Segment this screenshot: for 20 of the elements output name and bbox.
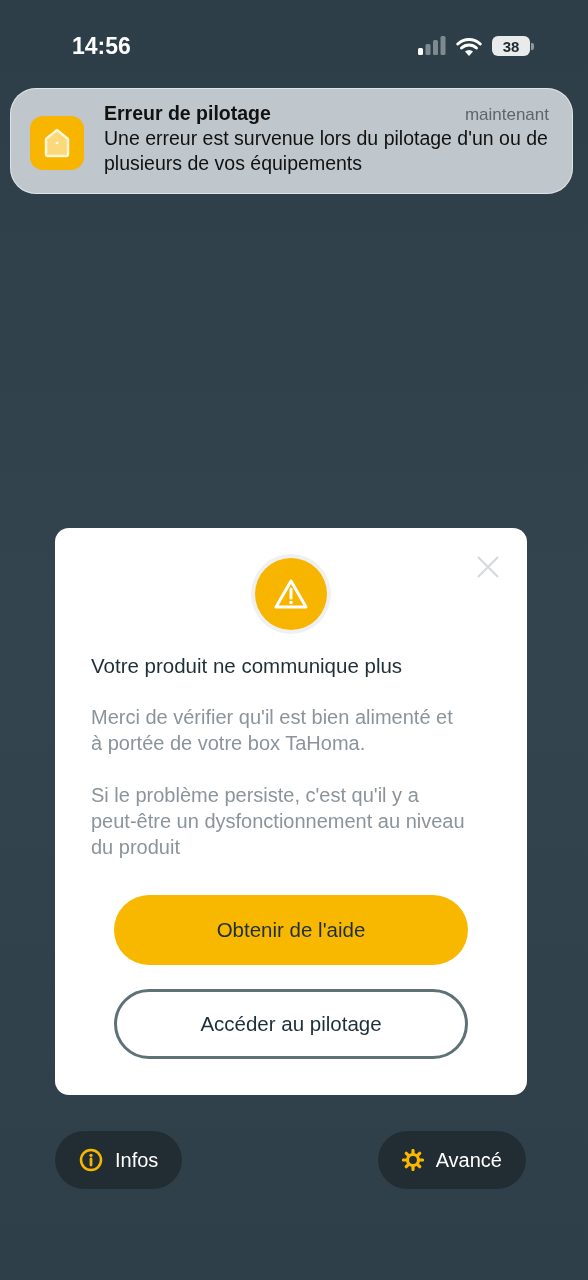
settings-icon [401,1149,424,1171]
control-button[interactable]: Accéder au pilotage [114,989,468,1059]
signal-icon [418,36,446,56]
notification-message: Une erreur est survenue lors du pilotage d'un ou de plusieurs de vos équipements [104,126,549,176]
dialog-message: Si le problème persiste, c'est qu'il y a peut-être un dysfonctionnement au niveau du produit [91,783,466,860]
notification-card[interactable]: Erreur de pilotage maintenant Une erreur est survenue lors du pilotage d'un ou de plusieurs de vos équipements [10,88,573,194]
dialog-message: Merci de vérifier qu'il est bien alimenté et à portée de votre box TaHoma. [91,705,454,756]
settings-button[interactable]: Avancé [377,1131,526,1189]
notification-title: Erreur de pilotage [104,102,271,125]
info-icon [79,1148,103,1172]
app-icon [30,116,84,170]
dialog-title: Votre produit ne communique plus [91,654,404,678]
wifi-icon [456,36,482,56]
battery-level: 38 [492,36,530,56]
help-button[interactable]: Obtenir de l'aide [114,895,468,965]
info-button[interactable]: Infos [55,1131,183,1189]
clock-time: 14:56 [72,32,132,60]
warning-icon [273,578,309,610]
notification-time: maintenant [464,105,549,125]
close-icon[interactable] [477,556,499,578]
